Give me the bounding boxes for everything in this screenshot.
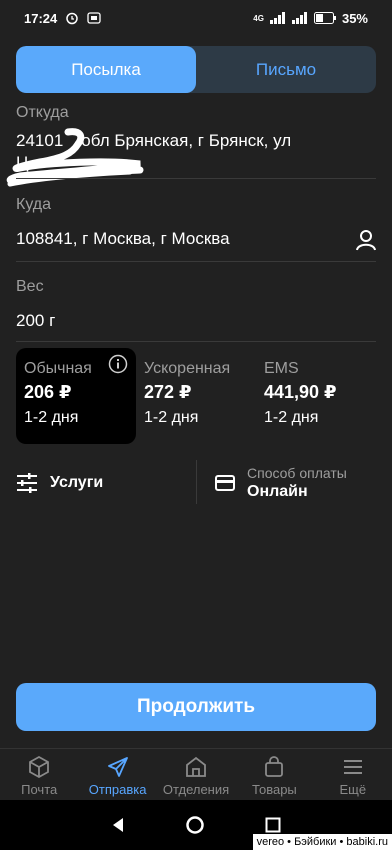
tab-mail[interactable]: Почта (0, 749, 78, 798)
tab-send[interactable]: Отправка (78, 749, 156, 798)
tariff-price: 441,90 ₽ (264, 382, 337, 402)
from-field[interactable]: Откуда 24101 обл Брянская, г Брянск, ул Ц (16, 104, 376, 174)
tab-label: Почта (21, 782, 58, 797)
tab-label: Ещё (339, 782, 367, 797)
to-value: 108841, г Москва, г Москва (16, 229, 230, 248)
weight-field[interactable]: Вес 200 г (16, 278, 376, 332)
continue-button[interactable]: Продолжить (16, 683, 376, 731)
tariff-price: 272 ₽ (144, 382, 192, 402)
weight-value: 200 г (16, 311, 56, 330)
tariff-name: EMS (264, 360, 299, 377)
segment-parcel[interactable]: Посылка (16, 46, 196, 93)
vpn-icon (87, 12, 101, 24)
tab-more[interactable]: Ещё (314, 749, 392, 798)
user-icon[interactable] (356, 229, 376, 251)
tariff-price: 206 ₽ (24, 382, 72, 402)
info-icon[interactable] (108, 354, 128, 374)
box-icon (29, 755, 50, 779)
tariff-name: Ускоренная (144, 360, 231, 377)
tariff-selector: Обычная 206 ₽ 1-2 дня Ускоренная 272 ₽ 1… (16, 348, 376, 444)
tab-label: Отправка (88, 782, 147, 797)
tab-label: Отделения (162, 782, 230, 797)
tab-offices[interactable]: Отделения (157, 749, 235, 798)
alarm-icon (66, 12, 78, 25)
services-label: Услуги (50, 474, 104, 491)
tariff-term: 1-2 дня (144, 409, 199, 426)
send-icon (107, 757, 128, 777)
menu-icon (343, 760, 362, 774)
from-label: Откуда (16, 104, 69, 121)
divider (16, 261, 376, 262)
tariff-term: 1-2 дня (264, 409, 319, 426)
divider (16, 341, 376, 342)
to-field[interactable]: Куда 108841, г Москва, г Москва (16, 196, 376, 250)
tariff-regular[interactable]: Обычная 206 ₽ 1-2 дня (16, 348, 136, 444)
back-icon[interactable] (111, 817, 125, 833)
tariff-ems[interactable]: EMS 441,90 ₽ 1-2 дня (256, 348, 376, 444)
from-value: 24101 обл Брянская, г Брянск, ул Ц (16, 130, 376, 174)
tab-label: Товары (252, 782, 297, 797)
from-value-start: 24101 (16, 131, 64, 150)
payment-value: Онлайн (247, 483, 308, 500)
services-button[interactable]: Услуги (16, 460, 196, 506)
from-value-rest: обл Брянская, г Брянск, ул (81, 131, 292, 150)
battery-percent: 35% (341, 10, 368, 26)
bag-icon (265, 756, 284, 777)
tariff-term: 1-2 дня (24, 409, 79, 426)
battery-icon (313, 12, 336, 24)
weight-label: Вес (16, 278, 44, 295)
divider (16, 178, 376, 179)
tariff-express[interactable]: Ускоренная 272 ₽ 1-2 дня (136, 348, 256, 444)
bottom-tab-bar: Почта Отправка Отделения Товары Ещё (0, 748, 392, 798)
sliders-icon (17, 473, 37, 493)
tab-goods[interactable]: Товары (235, 749, 313, 798)
status-time: 17:24 (24, 10, 58, 26)
from-value-line2: Ц (16, 153, 29, 172)
signal-icon-2 (291, 12, 307, 24)
options-row: Услуги Способ оплаты Онлайн (16, 460, 376, 506)
status-bar: 17:24 4G 35% (0, 0, 392, 36)
home-icon[interactable] (185, 815, 205, 835)
payment-method-button[interactable]: Способ оплаты Онлайн (197, 460, 347, 506)
network-type: 4G (253, 13, 264, 23)
segment-letter[interactable]: Письмо (196, 46, 376, 93)
to-label: Куда (16, 196, 52, 213)
payment-caption: Способ оплаты (247, 465, 347, 481)
shipment-type-segment: Посылка Письмо (16, 46, 376, 93)
watermark: vereo • Бэйбики • babiki.ru (252, 834, 392, 850)
signal-icon (269, 12, 285, 24)
recents-icon[interactable] (265, 817, 281, 833)
building-icon (186, 756, 206, 777)
card-icon (215, 475, 235, 491)
